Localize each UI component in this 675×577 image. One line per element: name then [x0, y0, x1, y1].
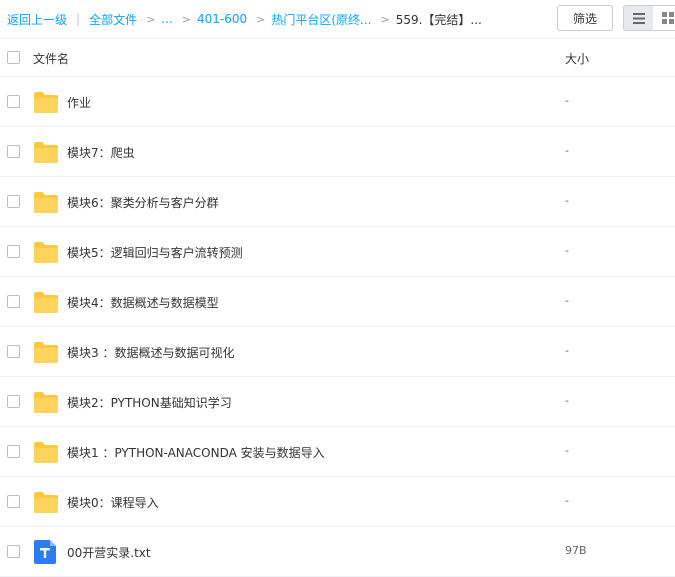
top-bar: 返回上一级 | 全部文件 > ... > 401-600 > 热门平台区(原终.… [0, 0, 675, 38]
folder-row[interactable]: 模块0：课程导入 - [0, 477, 675, 527]
folder-icon [34, 191, 58, 213]
row-checkbox[interactable] [7, 495, 20, 508]
folder-row[interactable]: 模块4：数据概述与数据模型 - [0, 277, 675, 327]
list-view-icon [632, 12, 645, 24]
select-all-checkbox[interactable] [7, 51, 20, 64]
file-size: - [565, 244, 569, 257]
file-name[interactable]: 模块0：课程导入 [67, 494, 159, 511]
file-name[interactable]: 模块1 ：PYTHON-ANACONDA 安装与数据导入 [67, 444, 325, 461]
row-checkbox[interactable] [7, 195, 20, 208]
file-name[interactable]: 作业 [67, 94, 91, 111]
file-name[interactable]: 模块6：聚类分析与客户分群 [67, 194, 219, 211]
breadcrumb-item[interactable]: 401-600 [197, 12, 247, 26]
file-name[interactable]: 模块7：爬虫 [67, 144, 135, 161]
file-list-header: 文件名 大小 [0, 38, 675, 77]
row-checkbox[interactable] [7, 95, 20, 108]
list-view-button[interactable] [624, 6, 653, 30]
folder-row[interactable]: 模块7：爬虫 - [0, 127, 675, 177]
file-name[interactable]: 模块2：PYTHON基础知识学习 [67, 394, 232, 411]
chevron-right-icon: > [146, 12, 156, 26]
file-size: - [565, 444, 569, 457]
chevron-right-icon: > [256, 12, 266, 26]
folder-row[interactable]: 模块2：PYTHON基础知识学习 - [0, 377, 675, 427]
back-link[interactable]: 返回上一级 [7, 11, 67, 28]
row-checkbox[interactable] [7, 445, 20, 458]
folder-row[interactable]: 模块6：聚类分析与客户分群 - [0, 177, 675, 227]
file-row[interactable]: 00开营实录.txt 97B [0, 527, 675, 577]
view-toggle [623, 5, 675, 31]
folder-row[interactable]: 模块1 ：PYTHON-ANACONDA 安装与数据导入 - [0, 427, 675, 477]
folder-icon [34, 341, 58, 363]
breadcrumb: 返回上一级 | 全部文件 > ... > 401-600 > 热门平台区(原终.… [7, 0, 482, 38]
folder-icon [34, 91, 58, 113]
grid-view-icon [661, 12, 674, 24]
folder-row[interactable]: 模块3 ：数据概述与数据可视化 - [0, 327, 675, 377]
folder-row[interactable]: 作业 - [0, 77, 675, 127]
file-size: - [565, 344, 569, 357]
column-header-size[interactable]: 大小 [565, 50, 589, 67]
file-size: - [565, 144, 569, 157]
breadcrumb-item[interactable]: 热门平台区(原终... [271, 11, 371, 28]
breadcrumb-current: 559.【完结】... [395, 12, 482, 27]
file-size: - [565, 94, 569, 107]
folder-icon [34, 291, 58, 313]
folder-icon [34, 141, 58, 163]
grid-view-button[interactable] [653, 6, 675, 30]
folder-icon [34, 441, 58, 463]
file-name[interactable]: 00开营实录.txt [67, 544, 151, 561]
row-checkbox[interactable] [7, 345, 20, 358]
file-name[interactable]: 模块3 ：数据概述与数据可视化 [67, 344, 234, 361]
breadcrumb-item[interactable]: ... [161, 12, 172, 26]
folder-icon [34, 391, 58, 413]
file-size: - [565, 294, 569, 307]
chevron-right-icon: > [380, 12, 390, 26]
folder-icon [34, 491, 58, 513]
filter-button[interactable]: 筛选 [557, 5, 613, 31]
chevron-right-icon: > [181, 12, 191, 26]
file-size: - [565, 394, 569, 407]
file-name[interactable]: 模块4：数据概述与数据模型 [67, 294, 219, 311]
folder-icon [34, 241, 58, 263]
row-checkbox[interactable] [7, 295, 20, 308]
row-checkbox[interactable] [7, 245, 20, 258]
file-name[interactable]: 模块5：逻辑回归与客户流转预测 [67, 244, 243, 261]
txt-file-icon [34, 540, 58, 564]
breadcrumb-separator: | [76, 12, 81, 26]
row-checkbox[interactable] [7, 395, 20, 408]
file-size: - [565, 194, 569, 207]
row-checkbox[interactable] [7, 145, 20, 158]
file-size: 97B [565, 544, 587, 557]
row-checkbox[interactable] [7, 545, 20, 558]
column-header-name[interactable]: 文件名 [33, 50, 69, 67]
breadcrumb-root[interactable]: 全部文件 [89, 11, 137, 28]
file-size: - [565, 494, 569, 507]
folder-row[interactable]: 模块5：逻辑回归与客户流转预测 - [0, 227, 675, 277]
